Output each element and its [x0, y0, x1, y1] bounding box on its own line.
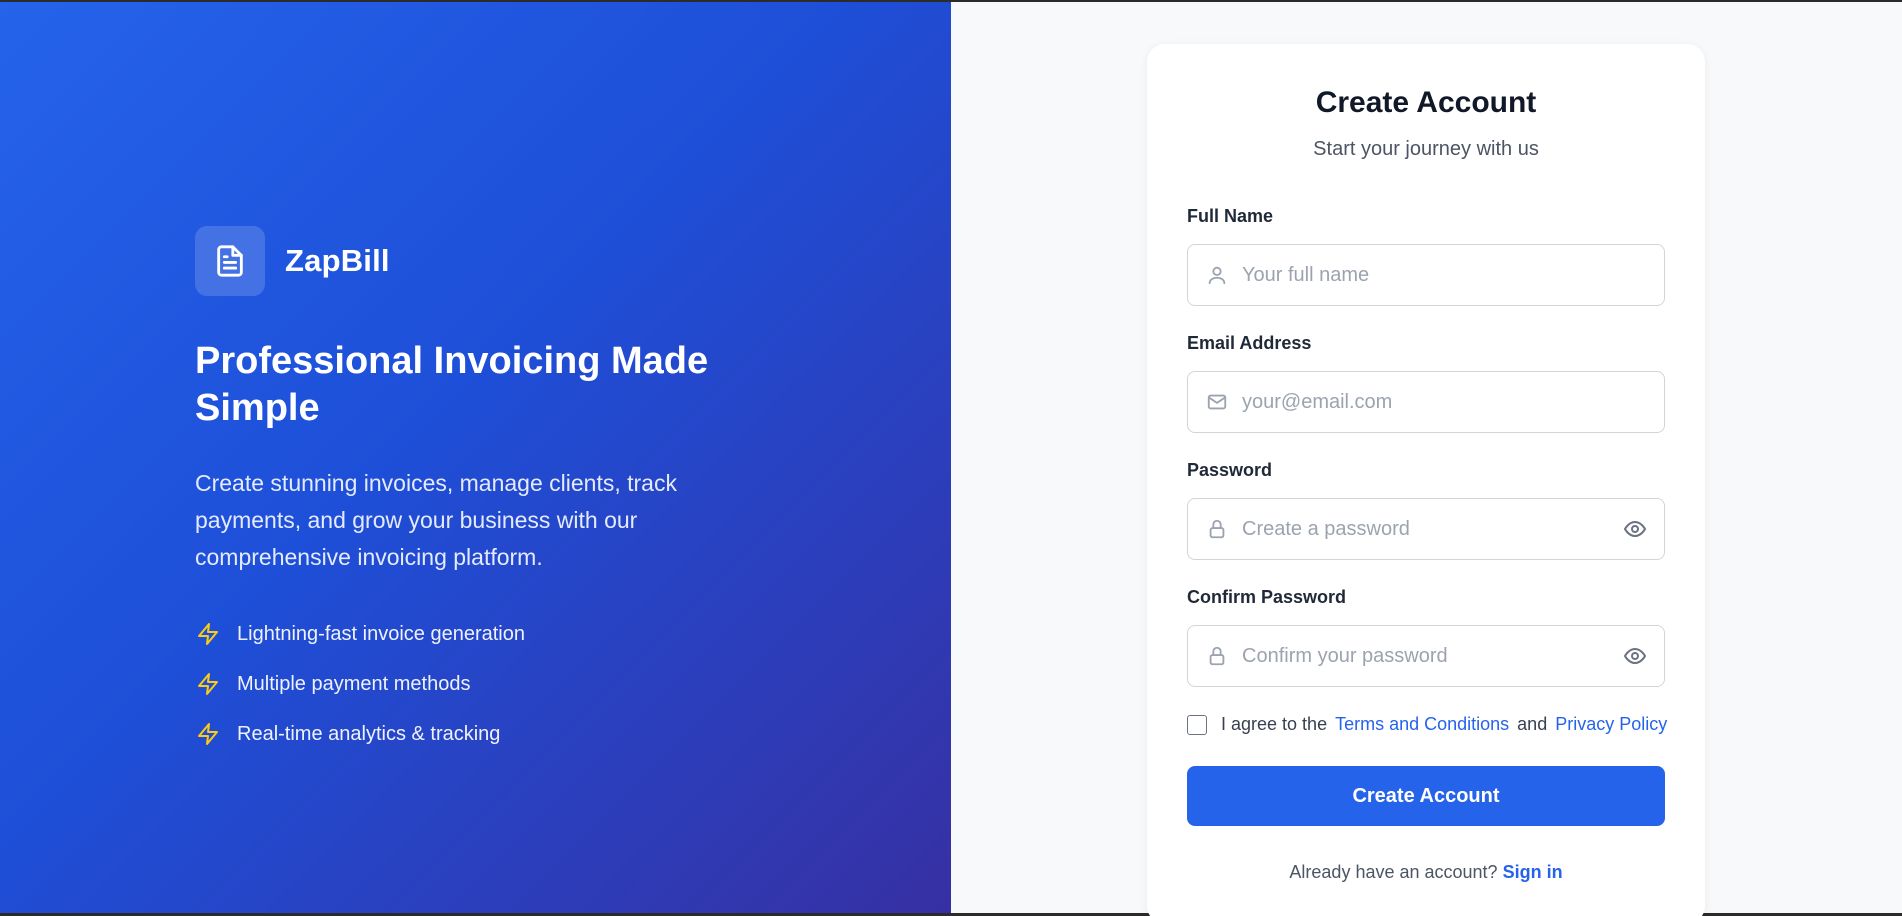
form-subtitle: Start your journey with us	[1313, 138, 1539, 160]
confirm-password-label: Confirm Password	[1187, 587, 1347, 607]
brand-name: ZapBill	[285, 243, 390, 278]
feature-label: Multiple payment methods	[237, 672, 471, 695]
email-field: Email Address	[1187, 333, 1665, 433]
feature-label: Lightning-fast invoice generation	[237, 622, 525, 645]
feature-list: Lightning-fast invoice generation Multip…	[195, 609, 735, 759]
lock-icon	[1204, 643, 1230, 669]
full-name-label: Full Name	[1187, 206, 1274, 226]
create-account-button[interactable]: Create Account	[1187, 766, 1665, 826]
hero-description: Create stunning invoices, manage clients…	[195, 470, 677, 570]
lightning-icon	[195, 671, 221, 697]
full-name-input[interactable]	[1242, 263, 1648, 287]
hero-content: ZapBill Professional Invoicing Made Simp…	[195, 226, 735, 759]
feature-label: Real-time analytics & tracking	[237, 722, 501, 745]
signin-link[interactable]: Sign in	[1503, 862, 1563, 882]
terms-checkbox[interactable]	[1187, 714, 1207, 735]
signup-card: Create Account Start your journey with u…	[1147, 44, 1705, 916]
user-icon	[1204, 262, 1230, 288]
confirm-password-input[interactable]	[1242, 644, 1622, 668]
confirm-password-field: Confirm Password	[1187, 587, 1665, 687]
email-input-box[interactable]	[1187, 371, 1665, 433]
full-name-input-box[interactable]	[1187, 244, 1665, 306]
feature-item: Real-time analytics & tracking	[195, 709, 735, 759]
feature-item: Lightning-fast invoice generation	[195, 609, 735, 659]
password-input-box[interactable]	[1187, 498, 1665, 560]
privacy-link[interactable]: Privacy Policy	[1555, 714, 1667, 735]
page-frame: ZapBill Professional Invoicing Made Simp…	[0, 0, 1902, 916]
signin-prompt: Already have an account? Sign in	[1147, 862, 1705, 883]
terms-link[interactable]: Terms and Conditions	[1335, 714, 1509, 735]
hero-panel: ZapBill Professional Invoicing Made Simp…	[0, 2, 951, 913]
eye-icon[interactable]	[1622, 516, 1648, 542]
password-label: Password	[1187, 460, 1273, 480]
email-label: Email Address	[1187, 333, 1312, 353]
email-input[interactable]	[1242, 390, 1648, 414]
lightning-icon	[195, 721, 221, 747]
document-icon	[195, 226, 265, 296]
feature-item: Multiple payment methods	[195, 659, 735, 709]
hero-title: Professional Invoicing Made Simple	[195, 340, 709, 429]
eye-icon[interactable]	[1622, 643, 1648, 669]
brand: ZapBill	[195, 226, 735, 296]
signin-text: Already have an account?	[1289, 862, 1498, 882]
lightning-icon	[195, 621, 221, 647]
full-name-field: Full Name	[1187, 206, 1665, 306]
confirm-password-input-box[interactable]	[1187, 625, 1665, 687]
terms-prefix: I agree to the	[1221, 714, 1328, 734]
form-panel: Create Account Start your journey with u…	[951, 2, 1902, 916]
terms-conjunction: and	[1517, 714, 1548, 734]
password-field: Password	[1187, 460, 1665, 560]
form-title: Create Account	[1315, 86, 1537, 119]
password-input[interactable]	[1242, 517, 1622, 541]
mail-icon	[1204, 389, 1230, 415]
terms-agreement: I agree to the Terms and Conditions and …	[1187, 714, 1667, 735]
lock-icon	[1204, 516, 1230, 542]
